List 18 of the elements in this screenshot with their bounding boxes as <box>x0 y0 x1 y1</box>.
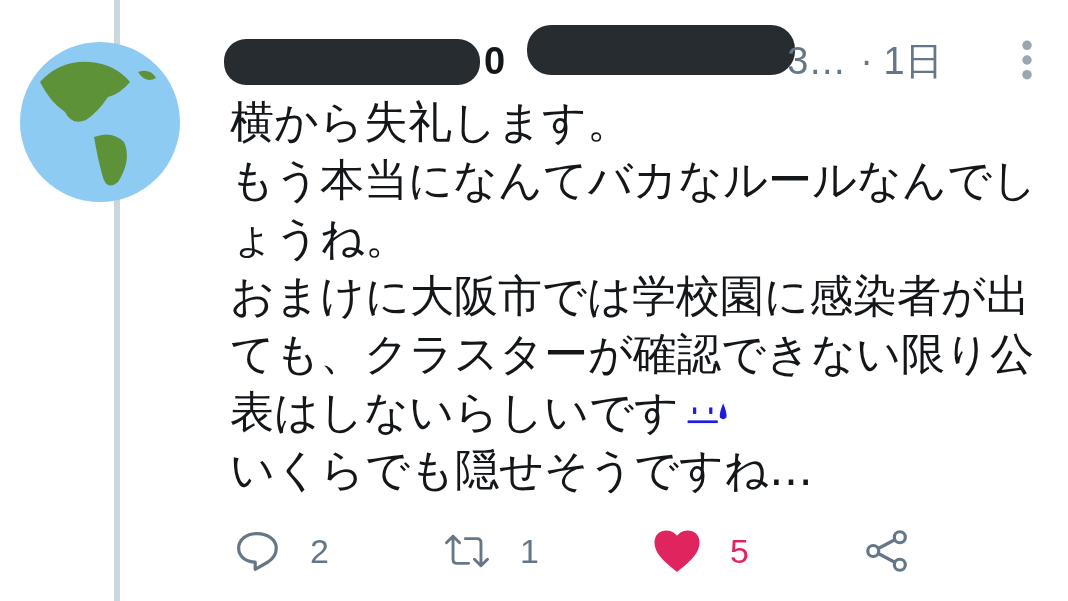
tweet-text: おまけに大阪市では学校園に感染者が出 <box>230 270 1030 321</box>
tweet-text: 表はしないらしいです <box>230 386 679 437</box>
action-count: 5 <box>730 531 749 571</box>
more-icon[interactable] <box>1020 39 1034 81</box>
action-count: 2 <box>310 531 329 571</box>
tweet-text: ょうね。 <box>230 212 409 263</box>
user-handle: 3… <box>787 39 847 83</box>
tweet-text: 横から失礼します。 <box>230 96 631 147</box>
reply-icon[interactable] <box>234 529 280 573</box>
tweet-time: · 1日 <box>860 38 943 84</box>
tweet-text: いくらでも隠せそうですね… <box>230 444 813 495</box>
heart-icon[interactable] <box>654 529 700 573</box>
user-name: 0 <box>484 39 506 83</box>
globe-icon <box>20 42 180 202</box>
tweet-text: ても、クラスターが確認できない限り公 <box>230 328 1034 379</box>
action-count: 1 <box>520 531 539 571</box>
tweet-text: もう本当になんてバカなルールなんでし <box>230 154 1037 205</box>
share-icon[interactable] <box>864 529 910 573</box>
